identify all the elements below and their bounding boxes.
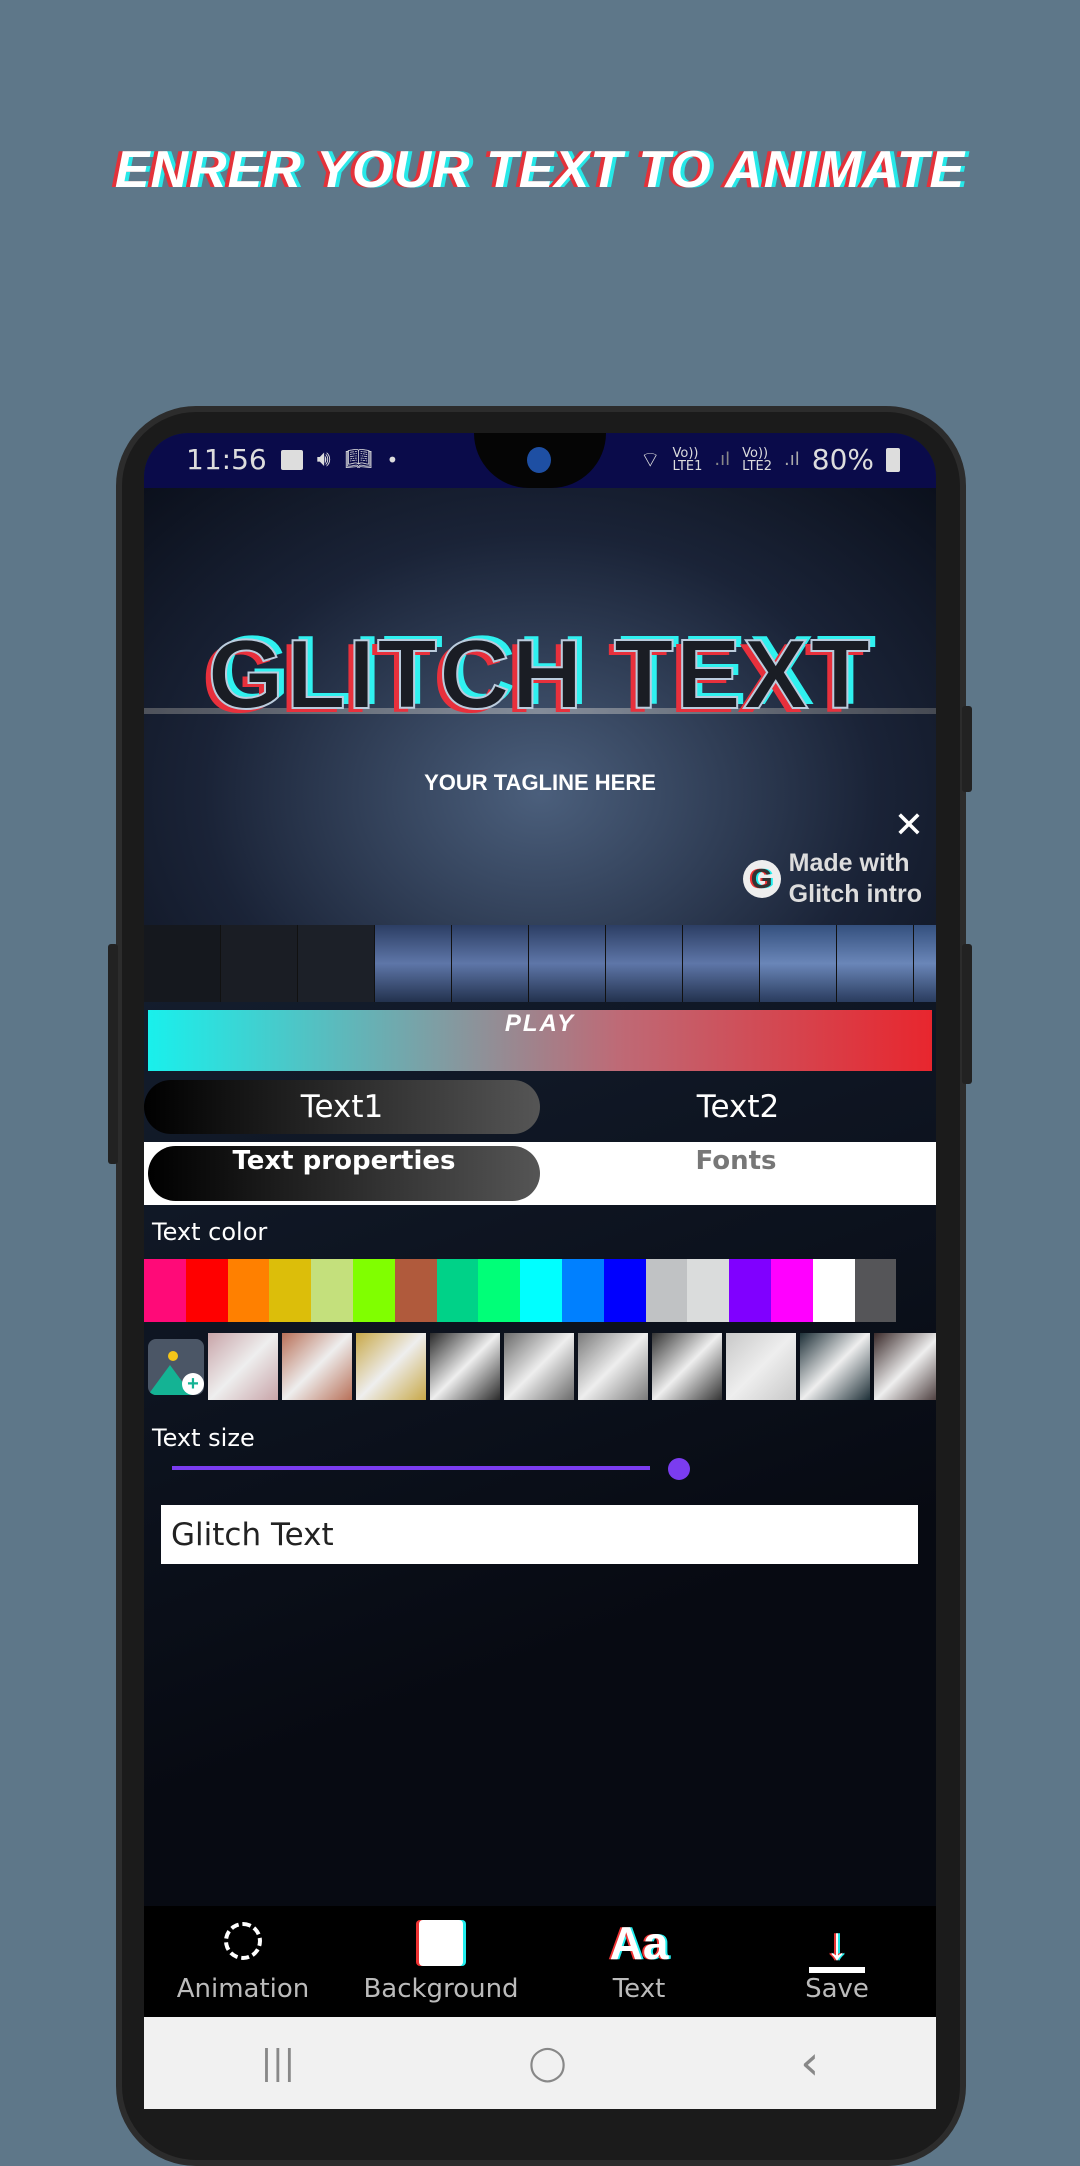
- home-button[interactable]: ◯: [529, 2043, 567, 2083]
- text-input[interactable]: [161, 1505, 918, 1564]
- texture-swatch[interactable]: [356, 1333, 426, 1400]
- add-image-icon[interactable]: +: [148, 1339, 204, 1395]
- text-color-label: Text color: [152, 1218, 268, 1246]
- color-swatch[interactable]: [687, 1259, 730, 1322]
- nav-text-label: Text: [612, 1974, 666, 2004]
- texture-swatch[interactable]: [430, 1333, 500, 1400]
- bottom-nav: Animation Background Aa Text ↓ Save: [144, 1906, 936, 2017]
- thumbnail: [298, 925, 375, 1002]
- texture-swatch[interactable]: [652, 1333, 722, 1400]
- color-swatch[interactable]: [854, 1259, 897, 1322]
- watermark-line2: Glitch intro: [788, 880, 922, 908]
- thumbnail: [375, 925, 452, 1002]
- thumbnail: [452, 925, 529, 1002]
- color-swatch[interactable]: [269, 1259, 312, 1322]
- volume-button: [962, 706, 972, 792]
- thumbnail: [914, 925, 936, 1002]
- text-size-slider[interactable]: [172, 1466, 650, 1470]
- signal-icon: .ıl: [784, 449, 800, 470]
- status-bar: 11:56 🔊︎ 📖︎ • ⌔ Vo)) LTE1 .ıl Vo)) LTE2 .ı…: [144, 433, 936, 488]
- timeline-thumbnails[interactable]: [144, 925, 936, 1002]
- color-swatch[interactable]: [436, 1259, 479, 1322]
- texture-swatch[interactable]: [726, 1333, 796, 1400]
- color-swatch[interactable]: [185, 1259, 228, 1322]
- download-icon: ↓: [738, 1916, 936, 1974]
- nav-animation-label: Animation: [176, 1974, 310, 2004]
- nav-save-label: Save: [805, 1974, 869, 2004]
- color-swatch[interactable]: [394, 1259, 437, 1322]
- close-watermark-icon[interactable]: ✕: [894, 808, 924, 844]
- color-swatch[interactable]: [812, 1259, 855, 1322]
- color-swatch[interactable]: [561, 1259, 604, 1322]
- lte2-label: LTE2: [742, 458, 773, 474]
- glitch-logo-icon: G: [742, 860, 781, 898]
- texture-swatch[interactable]: [578, 1333, 648, 1400]
- tab-text-properties[interactable]: Text properties: [148, 1146, 540, 1201]
- thumbnail: [760, 925, 837, 1002]
- texture-swatches: +: [148, 1333, 936, 1400]
- texture-swatch[interactable]: [504, 1333, 574, 1400]
- color-swatch[interactable]: [478, 1259, 521, 1322]
- volume-icon: 🔊︎: [316, 447, 331, 472]
- power-button: [962, 944, 972, 1084]
- thumbnail: [529, 925, 606, 1002]
- wifi-icon: ⌔: [639, 447, 661, 473]
- property-tabs: Text properties Fonts: [144, 1142, 936, 1205]
- app-screen: 11:56 🔊︎ 📖︎ • ⌔ Vo)) LTE1 .ıl Vo)) LTE2 .ı…: [144, 433, 936, 2109]
- nav-save[interactable]: ↓ Save: [738, 1906, 936, 2017]
- video-preview[interactable]: GLITCH TEXT YOUR TAGLINE HERE ✕ G Made w…: [144, 488, 936, 925]
- thumbnail: [221, 925, 298, 1002]
- nav-background[interactable]: Background: [342, 1906, 540, 2017]
- color-swatch[interactable]: [603, 1259, 646, 1322]
- preview-title: GLITCH TEXT: [207, 618, 873, 730]
- color-swatch[interactable]: [311, 1259, 353, 1322]
- color-swatch[interactable]: [144, 1259, 186, 1322]
- text-size-slider-handle[interactable]: [667, 1458, 690, 1480]
- camera: [527, 447, 551, 473]
- thumbnail: [144, 925, 221, 1002]
- thumbnail: [683, 925, 760, 1002]
- text-size-label: Text size: [152, 1424, 255, 1452]
- clock: 11:56: [186, 443, 267, 476]
- recents-button[interactable]: |||: [261, 2043, 295, 2083]
- watermark-line1: Made with: [788, 849, 910, 877]
- system-nav-bar: ||| ◯ ‹: [144, 2017, 936, 2109]
- book-icon: 📖︎: [344, 447, 373, 472]
- watermark: G Made with Glitch intro: [742, 848, 922, 910]
- nav-background-label: Background: [363, 1974, 519, 2004]
- color-swatch[interactable]: [352, 1259, 395, 1322]
- tab-fonts[interactable]: Fonts: [540, 1146, 932, 1201]
- color-swatch[interactable]: [520, 1259, 562, 1322]
- nav-animation[interactable]: Animation: [144, 1906, 342, 2017]
- headline: ENRER YOUR TEXT TO ANIMATE: [114, 141, 966, 199]
- text-layer-tabs: Text1 Text2: [144, 1080, 936, 1134]
- play-button[interactable]: PLAY: [148, 1010, 932, 1071]
- back-button[interactable]: ‹: [800, 2035, 819, 2091]
- battery-icon: [886, 447, 900, 472]
- gallery-icon: [280, 449, 303, 470]
- lte1-label: LTE1: [672, 458, 703, 474]
- image-icon: [342, 1916, 540, 1974]
- texture-swatch[interactable]: [208, 1333, 278, 1400]
- tab-text1[interactable]: Text1: [144, 1080, 540, 1134]
- color-swatch[interactable]: [227, 1259, 270, 1322]
- texture-swatch[interactable]: [282, 1333, 352, 1400]
- color-swatch[interactable]: [645, 1259, 688, 1322]
- color-swatch[interactable]: [770, 1259, 813, 1322]
- tab-text2[interactable]: Text2: [540, 1080, 936, 1134]
- timer-icon: [144, 1916, 342, 1974]
- preview-tagline: YOUR TAGLINE HERE: [424, 770, 656, 795]
- nav-text[interactable]: Aa Text: [540, 1906, 738, 2017]
- signal-icon: .ıl: [714, 449, 731, 470]
- color-swatches: [144, 1259, 897, 1322]
- thumbnail: [837, 925, 914, 1002]
- thumbnail: [606, 925, 683, 1002]
- color-swatch[interactable]: [729, 1259, 771, 1322]
- texture-swatch[interactable]: [874, 1333, 936, 1400]
- dot-icon: •: [386, 447, 399, 472]
- side-button: [108, 944, 118, 1164]
- font-icon: Aa: [609, 1917, 669, 1969]
- texture-swatch[interactable]: [800, 1333, 870, 1400]
- battery-percent: 80%: [811, 443, 874, 476]
